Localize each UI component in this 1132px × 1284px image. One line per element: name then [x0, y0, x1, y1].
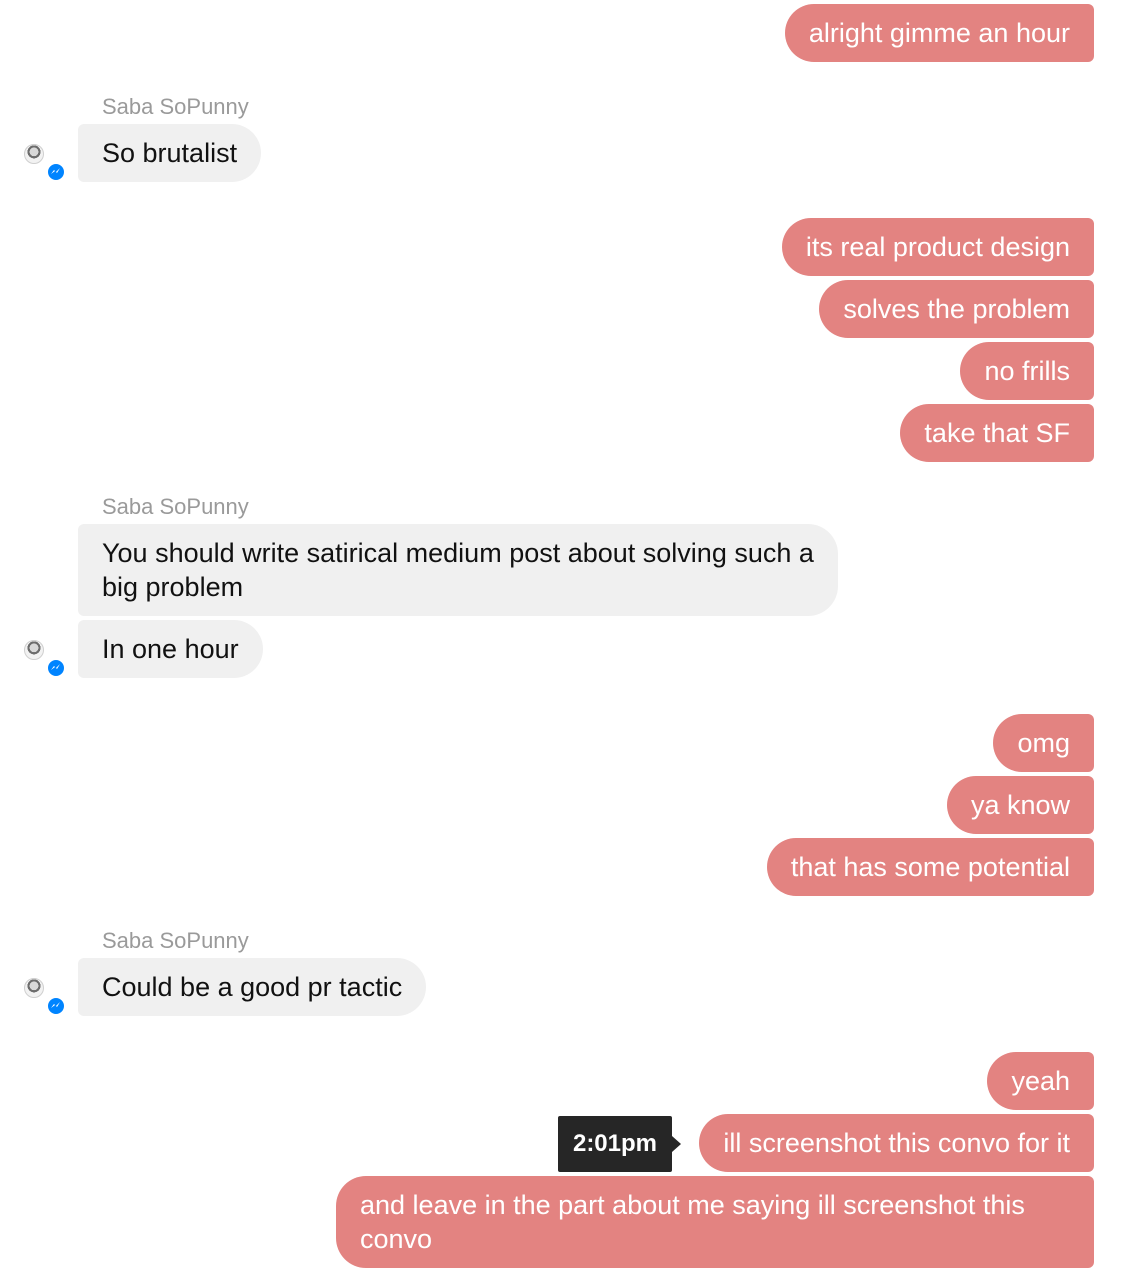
sender-name: Saba SoPunny: [102, 928, 249, 953]
avatar-icon[interactable]: [24, 978, 44, 998]
message-text: So brutalist: [102, 138, 238, 168]
message-text: no frills: [984, 356, 1070, 386]
my-message-bubble[interactable]: take that SF: [900, 404, 1094, 462]
my-message-bubble[interactable]: and leave in the part about me saying il…: [336, 1176, 1094, 1268]
messenger-badge-icon: [46, 162, 66, 182]
my-message-bubble[interactable]: solves the problem: [819, 280, 1094, 338]
message-text: alright gimme an hour: [808, 18, 1070, 48]
my-message-bubble[interactable]: ill screenshot this convo for it: [699, 1114, 1094, 1172]
messenger-badge-icon: [46, 996, 66, 1016]
avatar-icon[interactable]: [24, 144, 44, 164]
message-text: Could be a good pr tactic: [102, 972, 403, 1002]
sender-name: Saba SoPunny: [102, 94, 249, 119]
my-message-bubble[interactable]: alright gimme an hour: [784, 4, 1094, 62]
message-text: take that SF: [924, 418, 1070, 448]
sender-name: Saba SoPunny: [102, 494, 249, 519]
my-message-bubble[interactable]: its real product design: [781, 218, 1094, 276]
their-message-bubble[interactable]: You should write satirical medium post a…: [78, 524, 838, 616]
message-text: solves the problem: [843, 294, 1070, 324]
message-text: yeah: [1011, 1066, 1070, 1096]
message-text: and leave in the part about me saying il…: [360, 1190, 1025, 1254]
message-text: omg: [1017, 728, 1070, 758]
message-text: ya know: [970, 790, 1070, 820]
timestamp-tooltip: 2:01pm: [558, 1116, 672, 1172]
my-message-bubble[interactable]: yeah: [987, 1052, 1094, 1110]
my-message-bubble[interactable]: no frills: [960, 342, 1094, 400]
message-text: In one hour: [102, 634, 239, 664]
their-message-bubble[interactable]: So brutalist: [78, 124, 262, 182]
messenger-badge-icon: [46, 658, 66, 678]
tooltip-arrow: [672, 1136, 681, 1152]
their-message-bubble[interactable]: In one hour: [78, 620, 263, 678]
my-message-bubble[interactable]: ya know: [946, 776, 1094, 834]
avatar-icon[interactable]: [24, 640, 44, 660]
their-message-bubble[interactable]: Could be a good pr tactic: [78, 958, 427, 1016]
message-text: that has some potential: [790, 852, 1070, 882]
my-message-bubble[interactable]: omg: [993, 714, 1094, 772]
message-text: ill screenshot this convo for it: [723, 1128, 1070, 1158]
message-text: its real product design: [805, 232, 1070, 262]
message-text: You should write satirical medium post a…: [102, 538, 814, 602]
my-message-bubble[interactable]: that has some potential: [766, 838, 1094, 896]
